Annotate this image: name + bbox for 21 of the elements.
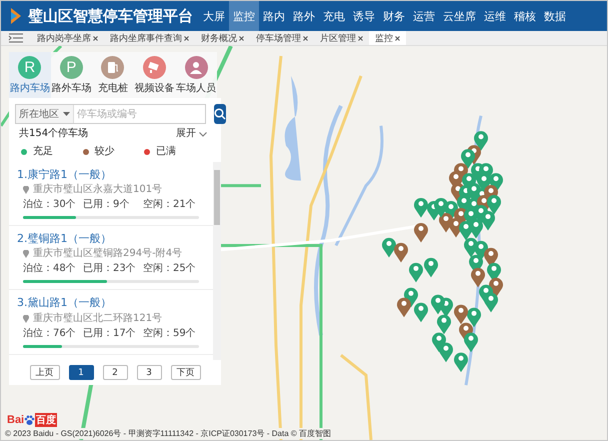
legend-label: 较少	[94, 146, 114, 158]
parking-count: 共154个停车场	[19, 128, 88, 140]
capacity-text: 泊位：48个	[23, 263, 77, 276]
map-logo: Bai 百度	[7, 413, 58, 427]
lot-address: 重庆市璧山区永嘉大道101号	[33, 184, 162, 196]
category-icon: P	[60, 56, 83, 78]
free-text: 空闲：25个	[143, 263, 197, 276]
capacity-text: 泊位：30个	[23, 199, 77, 212]
capacity-text: 泊位：76个	[23, 328, 77, 340]
map-copyright: © 2023 Baidu - GS(2021)6026号 - 甲测资字11111342 - 京ICP证030173号 - Data © 百度智图	[5, 428, 332, 439]
used-text: 已用：17个	[83, 328, 137, 340]
legend-label: 充足	[33, 146, 53, 158]
legend-label: 已满	[156, 146, 176, 158]
free-text: 空闲：59个	[143, 328, 197, 340]
used-text: 已用：23个	[83, 263, 137, 276]
lot-address: 重庆市璧山区北二环路121号	[33, 312, 162, 325]
lot-address: 重庆市璧山区璧铜路294号-附4号	[33, 248, 182, 260]
app-title: 璧山区智慧停车管理平台	[28, 6, 193, 26]
used-text: 已用：9个	[83, 199, 130, 212]
free-text: 空闲：21个	[143, 199, 197, 212]
category-icon: R	[18, 56, 42, 78]
